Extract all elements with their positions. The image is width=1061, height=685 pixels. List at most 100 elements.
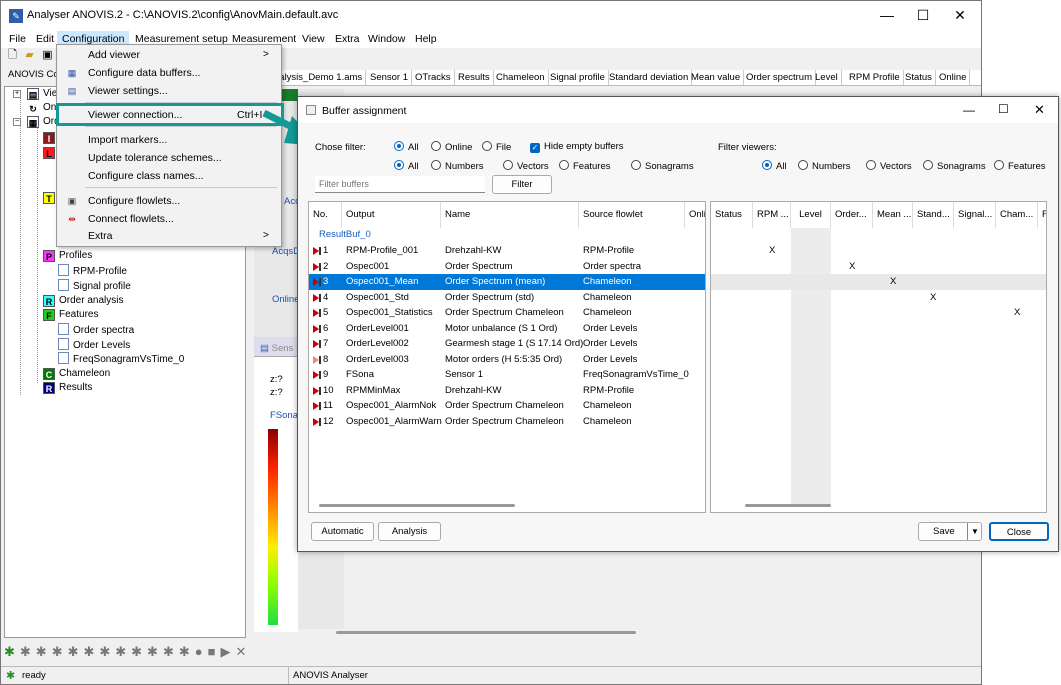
horizontal-scrollbar[interactable]: [336, 631, 636, 634]
tree-item-features[interactable]: F Features: [43, 308, 98, 322]
radio-viewer-vectors[interactable]: Vectors: [866, 160, 912, 172]
menu-item-viewer-settings[interactable]: ▤ Viewer settings...: [57, 82, 281, 100]
col-signal[interactable]: Signal...: [954, 202, 996, 228]
dialog-close-icon[interactable]: ✕: [1034, 102, 1045, 118]
tab-status[interactable]: Status: [902, 70, 936, 85]
filter-buffers-input[interactable]: [315, 176, 485, 193]
radio-features[interactable]: Features: [559, 160, 611, 172]
tab-level[interactable]: Level: [812, 70, 842, 85]
menu-item-extra[interactable]: Extra >: [57, 227, 281, 245]
assignment-mark[interactable]: X: [930, 292, 936, 303]
menu-item-add-viewer[interactable]: Add viewer >: [57, 46, 281, 64]
close-icon[interactable]: ✕: [950, 7, 970, 24]
record-icon[interactable]: ●: [195, 644, 208, 659]
tree-item-order[interactable]: ▦ Ord: [27, 115, 60, 129]
save-button[interactable]: Save ▼: [918, 522, 982, 541]
table-row[interactable]: 12 Ospec001_AlarmWarn Order Spectrum Chame…: [309, 414, 705, 430]
filter-button[interactable]: Filter: [492, 175, 552, 194]
tab-signal-profile[interactable]: Signal profile: [547, 70, 609, 85]
menu-item-configure-class-names[interactable]: Configure class names...: [57, 167, 281, 185]
radio-online[interactable]: Online: [431, 141, 472, 153]
stop-icon[interactable]: ■: [208, 644, 221, 659]
new-file-icon[interactable]: 🗋: [6, 49, 19, 62]
col-source-flowlet[interactable]: Source flowlet: [579, 202, 685, 228]
run-icon[interactable]: ✱: [4, 644, 20, 659]
expand-icon[interactable]: −: [13, 118, 21, 126]
tree-item-order-analysis[interactable]: R Order analysis: [43, 294, 123, 308]
tree-item-order-levels[interactable]: Order Levels: [58, 338, 130, 352]
col-status[interactable]: Status: [711, 202, 753, 228]
analysis-button[interactable]: Analysis: [378, 522, 441, 541]
col-rpm[interactable]: RPM ...: [753, 202, 791, 228]
tree-item-freq-sonagram[interactable]: FreqSonagramVsTime_0: [58, 352, 184, 366]
tab-standard-deviation[interactable]: Standard deviation: [606, 70, 693, 85]
col-cham[interactable]: Cham...: [996, 202, 1038, 228]
assignment-mark[interactable]: X: [890, 276, 896, 287]
tab-order-spectrum[interactable]: Order spectrum: [743, 70, 816, 85]
assignment-mark[interactable]: X: [1014, 307, 1020, 318]
play-icon[interactable]: ▶: [220, 644, 235, 659]
menu-view[interactable]: View: [297, 31, 330, 48]
open-folder-icon[interactable]: ▰: [23, 49, 36, 62]
menu-item-update-tolerance[interactable]: Update tolerance schemes...: [57, 149, 281, 167]
dialog-maximize-icon[interactable]: ☐: [998, 102, 1009, 116]
tab-otracks[interactable]: OTracks: [412, 70, 455, 85]
table-row[interactable]: 10 RPMMinMax Drehzahl-KW RPM-Profile: [309, 383, 705, 399]
col-output[interactable]: Output: [342, 202, 441, 228]
table-row[interactable]: 3 Ospec001_Mean Order Spectrum (mean) Chame…: [309, 274, 705, 290]
tree-item-profiles[interactable]: P Profiles: [43, 249, 92, 263]
tab-results[interactable]: Results: [455, 70, 494, 85]
hide-empty-checkbox[interactable]: ✓ Hide empty buffers: [530, 141, 624, 153]
menu-item-configure-data-buffers[interactable]: ▦ Configure data buffers...: [57, 64, 281, 82]
table-row[interactable]: 8 OrderLevel003 Motor orders (H 5:5:35 Ord…: [309, 352, 705, 368]
tree-item-chameleon[interactable]: C Chameleon: [43, 367, 110, 381]
table-row[interactable]: 5 Ospec001_Statistics Order Spectrum Chame…: [309, 305, 705, 321]
radio-viewer-all[interactable]: All: [762, 160, 787, 172]
table-row[interactable]: 7 OrderLevel002 Gearmesh stage 1 (S 17.14 …: [309, 336, 705, 352]
menu-item-import-markers[interactable]: Import markers...: [57, 131, 281, 149]
radio-vectors[interactable]: Vectors: [503, 160, 549, 172]
tab-mean-value[interactable]: Mean value: [688, 70, 745, 85]
col-order[interactable]: Order...: [831, 202, 873, 228]
tab-analysis-demo[interactable]: nalysis_Demo 1.ams: [271, 70, 367, 85]
radio-viewer-sonagrams[interactable]: Sonagrams: [923, 160, 986, 172]
menu-item-connect-flowlets[interactable]: ⇹ Connect flowlets...: [57, 210, 281, 228]
tab-online[interactable]: Online: [936, 70, 971, 85]
tree-item-results[interactable]: R Results: [43, 381, 92, 395]
clear-icon[interactable]: ✕: [235, 644, 251, 659]
table-row[interactable]: 2 Ospec001 Order Spectrum Order spectra: [309, 259, 705, 275]
col-mean[interactable]: Mean ...: [873, 202, 913, 228]
tab-sensor-1[interactable]: Sensor 1: [367, 70, 413, 85]
radio-all-type[interactable]: All: [394, 160, 419, 172]
radio-viewer-numbers[interactable]: Numbers: [798, 160, 851, 172]
radio-numbers[interactable]: Numbers: [431, 160, 484, 172]
radio-file[interactable]: File: [482, 141, 511, 153]
tree-item-order-spectra[interactable]: Order spectra: [58, 323, 134, 337]
col-online[interactable]: Onli: [685, 202, 705, 228]
save-dropdown-icon[interactable]: ▼: [967, 523, 979, 540]
tab-rpm-profile[interactable]: RPM Profile: [846, 70, 904, 85]
col-level[interactable]: Level: [791, 202, 831, 228]
col-no[interactable]: No.: [309, 202, 342, 228]
save-icon[interactable]: ▣: [41, 49, 54, 62]
tool-icon[interactable]: ✱✱✱✱✱✱✱✱✱✱✱: [20, 644, 195, 659]
tab-chameleon[interactable]: Chameleon: [493, 70, 549, 85]
menu-extra[interactable]: Extra: [330, 31, 365, 48]
close-button[interactable]: Close: [989, 522, 1049, 541]
maximize-icon[interactable]: ☐: [913, 7, 933, 24]
menu-edit[interactable]: Edit: [31, 31, 59, 48]
radio-viewer-features[interactable]: Features: [994, 160, 1046, 172]
automatic-button[interactable]: Automatic: [311, 522, 374, 541]
dialog-minimize-icon[interactable]: —: [963, 103, 975, 117]
radio-all-source[interactable]: All: [394, 141, 419, 153]
col-stand[interactable]: Stand...: [913, 202, 954, 228]
table-row[interactable]: 11 Ospec001_AlarmNok Order Spectrum Chamel…: [309, 398, 705, 414]
viewer-scrollbar[interactable]: [745, 504, 831, 507]
tree-item-viewers[interactable]: ▤ Vie: [27, 87, 57, 101]
assignment-mark[interactable]: X: [769, 245, 775, 256]
table-row[interactable]: 9 FSona Sensor 1 FreqSonagramVsTime_0: [309, 367, 705, 383]
tree-item-rpm-profile[interactable]: RPM-Profile: [58, 264, 127, 278]
minimize-icon[interactable]: —: [877, 7, 897, 23]
menu-file[interactable]: File: [4, 31, 31, 48]
radio-sonagrams[interactable]: Sonagrams: [631, 160, 694, 172]
